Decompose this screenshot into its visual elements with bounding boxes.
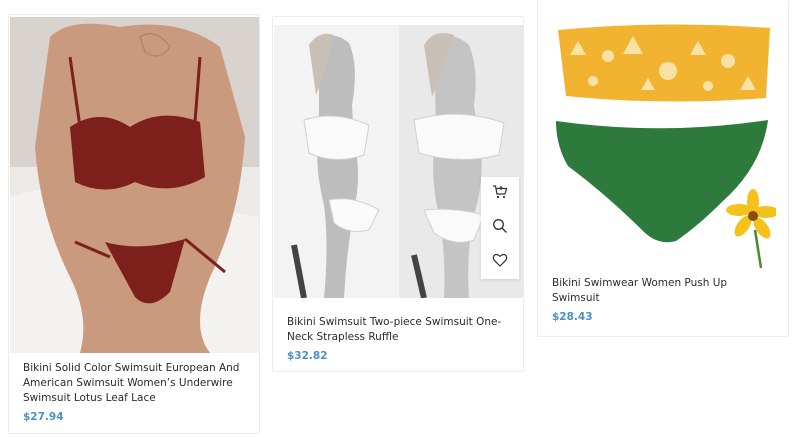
product-card[interactable]: Bikini Solid Color Swimsuit European And…: [8, 14, 260, 434]
quick-view-button[interactable]: [481, 211, 519, 245]
product-hover-actions: [481, 177, 519, 279]
heart-icon: [492, 252, 508, 273]
product-info: Bikini Swimsuit Two-piece Swimsuit One-N…: [273, 315, 523, 362]
product-title[interactable]: Bikini Swimwear Women Push Up Swimsuit: [538, 276, 788, 306]
product-image-red-bikini[interactable]: [10, 17, 259, 353]
cart-icon: [492, 184, 508, 205]
add-to-cart-button[interactable]: [481, 177, 519, 211]
product-price: $27.94: [23, 411, 64, 423]
product-price: $28.43: [552, 311, 593, 323]
product-image-yellow-green-bikini[interactable]: [548, 16, 776, 268]
product-price: $32.82: [287, 350, 328, 362]
add-to-wishlist-button[interactable]: [481, 245, 519, 279]
product-info: Bikini Solid Color Swimsuit European And…: [9, 361, 259, 423]
product-title[interactable]: Bikini Solid Color Swimsuit European And…: [9, 361, 259, 406]
product-card[interactable]: Bikini Swimwear Women Push Up Swimsuit $…: [537, 0, 789, 337]
search-icon: [492, 218, 508, 239]
product-info: Bikini Swimwear Women Push Up Swimsuit $…: [538, 276, 788, 323]
product-title[interactable]: Bikini Swimsuit Two-piece Swimsuit One-N…: [273, 315, 523, 345]
product-card[interactable]: Bikini Swimsuit Two-piece Swimsuit One-N…: [272, 16, 524, 372]
